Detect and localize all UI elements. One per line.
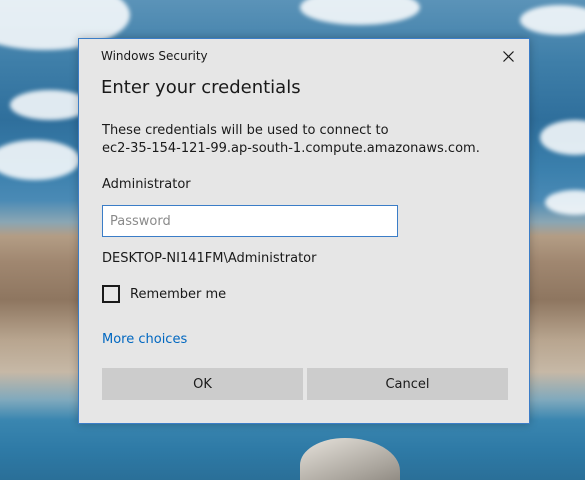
dialog-heading: Enter your credentials — [101, 77, 301, 98]
close-button[interactable] — [493, 43, 523, 69]
remember-me-option[interactable]: Remember me — [102, 285, 226, 303]
cloud — [0, 140, 80, 180]
close-icon — [502, 50, 514, 62]
remember-me-checkbox[interactable] — [102, 285, 120, 303]
password-input[interactable] — [102, 205, 398, 237]
description-line-2: ec2-35-154-121-99.ap-south-1.compute.ama… — [102, 141, 480, 156]
cloud — [520, 5, 585, 35]
cloud — [540, 120, 585, 155]
connection-description: These credentials will be used to connec… — [102, 122, 512, 158]
cancel-button[interactable]: Cancel — [307, 368, 508, 400]
remember-me-label: Remember me — [130, 286, 227, 302]
credentials-dialog: Windows Security Enter your credentials … — [78, 38, 530, 424]
window-title: Windows Security — [101, 49, 208, 63]
description-line-1: These credentials will be used to connec… — [102, 123, 389, 138]
cloud — [545, 190, 585, 215]
cloud — [300, 0, 420, 25]
rock — [300, 438, 400, 480]
username-label: Administrator — [102, 177, 191, 192]
ok-button[interactable]: OK — [102, 368, 303, 400]
domain-user-label: DESKTOP-NI141FM\Administrator — [102, 251, 317, 266]
more-choices-link[interactable]: More choices — [102, 332, 187, 347]
